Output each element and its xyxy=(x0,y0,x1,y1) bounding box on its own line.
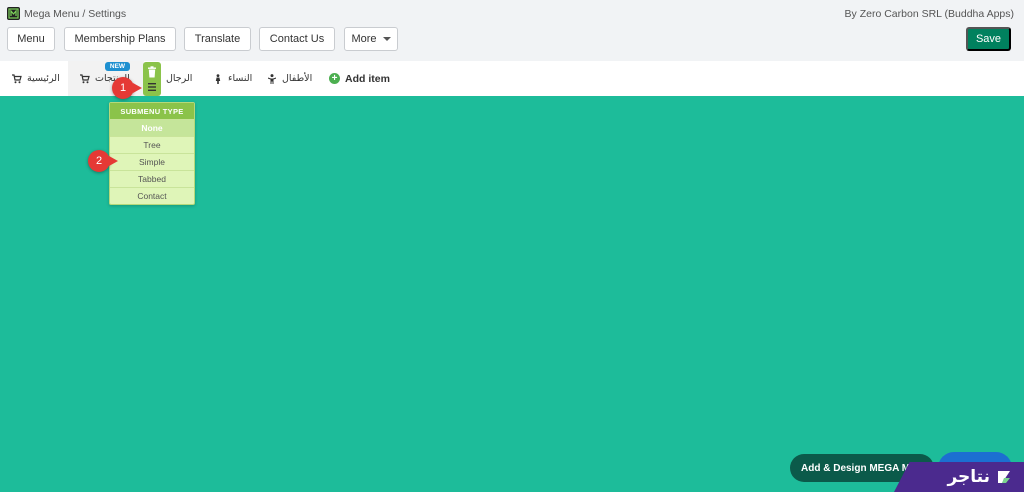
item-tools xyxy=(143,62,161,96)
app-title-text: Mega Menu / Settings xyxy=(24,7,127,20)
new-badge: NEW xyxy=(105,62,130,71)
submenu-type-header: SUBMENU TYPE xyxy=(110,103,194,119)
cart-icon xyxy=(12,73,22,83)
cart-icon xyxy=(80,73,90,83)
hamburger-icon[interactable] xyxy=(146,82,158,92)
top-bar: Mega Menu / Settings By Zero Carbon SRL … xyxy=(0,0,1024,61)
menu-button[interactable]: Menu xyxy=(7,27,55,51)
add-item-label: Add item xyxy=(345,72,390,85)
step-marker-2: 2 xyxy=(88,150,110,172)
vendor-text: By Zero Carbon SRL (Buddha Apps) xyxy=(844,8,1014,20)
translate-button[interactable]: Translate xyxy=(184,27,251,51)
add-item-button[interactable]: + Add item xyxy=(329,61,390,96)
membership-plans-button[interactable]: Membership Plans xyxy=(64,27,176,51)
submenu-option-tree[interactable]: Tree xyxy=(110,136,194,153)
trash-icon[interactable] xyxy=(146,66,158,78)
more-dropdown-button[interactable]: More xyxy=(344,27,398,51)
menu-item-label: الأطفال xyxy=(282,73,313,84)
woman-icon xyxy=(215,73,221,84)
menu-item-men[interactable]: الرجال xyxy=(166,61,192,96)
step-arrow-1 xyxy=(133,83,142,93)
brand-watermark: نتاجر xyxy=(894,462,1024,492)
menu-item-label: النساء xyxy=(228,73,253,84)
menu-item-kids[interactable]: الأطفال xyxy=(267,61,312,96)
save-button[interactable]: Save xyxy=(966,27,1011,51)
brand-text: نتاجر xyxy=(947,467,990,487)
app-logo-icon xyxy=(7,7,20,20)
submenu-option-contact[interactable]: Contact xyxy=(110,187,194,204)
step-arrow-2 xyxy=(109,156,118,166)
chevron-down-icon xyxy=(382,37,391,41)
menu-item-label: الرجال xyxy=(166,73,193,84)
plus-circle-icon: + xyxy=(329,73,340,84)
step-marker-1: 1 xyxy=(112,77,134,99)
menu-item-label: الرئيسية xyxy=(27,73,60,84)
menu-item-home[interactable]: الرئيسية xyxy=(12,61,60,96)
contact-us-button[interactable]: Contact Us xyxy=(259,27,335,51)
submenu-option-simple[interactable]: Simple xyxy=(110,153,194,170)
more-label: More xyxy=(351,33,377,45)
child-icon xyxy=(268,73,276,84)
submenu-option-none[interactable]: None xyxy=(110,119,194,136)
menu-item-women[interactable]: النساء xyxy=(213,61,252,96)
app-title: Mega Menu / Settings xyxy=(7,7,126,20)
brand-logo-icon xyxy=(998,471,1010,483)
submenu-option-tabbed[interactable]: Tabbed xyxy=(110,170,194,187)
submenu-type-dropdown: SUBMENU TYPE None Tree Simple Tabbed Con… xyxy=(109,102,195,205)
